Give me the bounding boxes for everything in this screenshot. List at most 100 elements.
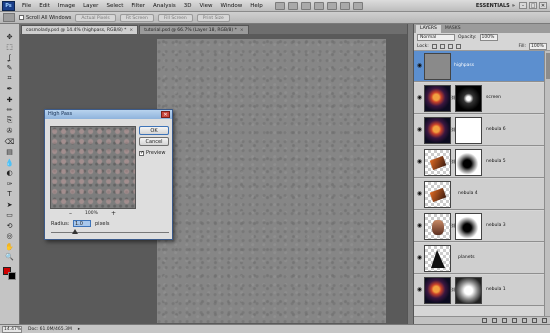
lock-all-icon[interactable] <box>455 43 461 49</box>
menu-window[interactable]: Window <box>217 3 247 9</box>
menu-layer[interactable]: Layer <box>79 3 102 9</box>
status-zoom-field[interactable]: 14.47% <box>2 325 22 333</box>
layer-row[interactable]: ◉ ⛓ nebula 6 <box>414 115 544 146</box>
background-color-swatch[interactable] <box>8 272 16 280</box>
scrollbar-thumb[interactable] <box>546 53 550 79</box>
3d-rotate-icon[interactable]: ⟲ <box>3 221 16 230</box>
preview-checkbox[interactable] <box>139 150 144 156</box>
layer-row[interactable]: ◉ highpass <box>414 51 544 82</box>
pen-icon[interactable]: ✑ <box>3 179 16 188</box>
tab-cosmolady[interactable]: cosmolady.psd @ 14.4% (highpass, RGB/8) … <box>21 25 139 34</box>
history-brush-icon[interactable]: ✇ <box>3 127 16 136</box>
marquee-icon[interactable]: ⬚ <box>3 43 16 52</box>
quick-select-icon[interactable]: ✎ <box>3 64 16 73</box>
zoom-icon[interactable]: 🔍 <box>3 253 16 262</box>
workspace-switcher[interactable]: ESSENTIALS » <box>476 3 519 9</box>
close-tab-icon[interactable]: × <box>240 26 244 34</box>
lock-position-icon[interactable] <box>447 43 453 49</box>
layer-row[interactable]: ◉ ⛓ nebula 5 <box>414 147 544 178</box>
dodge-icon[interactable]: ◐ <box>3 169 16 178</box>
layer-row[interactable]: ◉ ⛓ nebula 3 <box>414 211 544 242</box>
close-icon[interactable]: ✕ <box>161 111 170 118</box>
layer-row[interactable]: ◉ ⛓ screen <box>414 83 544 114</box>
lasso-icon[interactable]: ʆ <box>3 53 16 62</box>
layer-mask-thumbnail[interactable] <box>455 117 482 144</box>
lock-pixels-icon[interactable] <box>439 43 445 49</box>
menu-analysis[interactable]: Analysis <box>149 3 180 9</box>
opacity-field[interactable]: 100% <box>479 34 498 41</box>
visibility-eye-icon[interactable]: ◉ <box>416 254 423 261</box>
layer-thumbnail[interactable] <box>424 277 451 304</box>
trash-icon[interactable] <box>542 318 547 323</box>
menu-edit[interactable]: Edit <box>35 3 54 9</box>
layer-style-icon[interactable] <box>492 318 497 323</box>
zoom-in-icon[interactable]: + <box>111 210 116 217</box>
crop-icon[interactable]: ⌗ <box>3 74 16 83</box>
zoom-out-icon[interactable]: – <box>69 210 72 217</box>
visibility-eye-icon[interactable]: ◉ <box>416 62 423 69</box>
layer-mask-thumbnail[interactable] <box>455 277 482 304</box>
menu-filter[interactable]: Filter <box>127 3 149 9</box>
mini-bridge-icon[interactable] <box>287 1 298 10</box>
gradient-icon[interactable]: ▤ <box>3 148 16 157</box>
shape-icon[interactable]: ▭ <box>3 211 16 220</box>
hand-tool-preset-icon[interactable] <box>3 13 15 22</box>
visibility-eye-icon[interactable]: ◉ <box>416 94 423 101</box>
layer-row[interactable]: ◉ ⛓ nebula 1 <box>414 275 544 306</box>
filter-preview[interactable] <box>50 126 136 209</box>
tab-tutorial[interactable]: tutorial.psd @ 66.7% (Layer 18, RGB/8) *… <box>139 25 249 34</box>
ok-button[interactable]: OK <box>139 126 169 135</box>
tab-layers[interactable]: LAYERS <box>416 25 441 33</box>
blur-icon[interactable]: 💧 <box>3 158 16 167</box>
fill-screen-button[interactable]: Fill Screen <box>157 13 193 22</box>
close-tab-icon[interactable]: × <box>129 26 133 34</box>
lock-transparency-icon[interactable] <box>431 43 437 49</box>
menu-3d[interactable]: 3D <box>180 3 196 9</box>
layer-thumbnail[interactable] <box>424 53 451 80</box>
link-layers-icon[interactable] <box>482 318 487 323</box>
scroll-all-windows-checkbox[interactable] <box>19 15 24 20</box>
layer-thumbnail[interactable] <box>424 181 451 208</box>
layer-row[interactable]: ◉ nebula 4 <box>414 179 544 210</box>
layers-scrollbar[interactable] <box>544 51 550 316</box>
healing-icon[interactable]: ✚ <box>3 95 16 104</box>
tab-masks[interactable]: MASKS <box>441 25 465 33</box>
cancel-button[interactable]: Cancel <box>139 137 169 146</box>
menu-file[interactable]: File <box>18 3 35 9</box>
arrange-documents-icon[interactable] <box>339 1 350 10</box>
visibility-eye-icon[interactable]: ◉ <box>416 190 423 197</box>
menu-help[interactable]: Help <box>246 3 267 9</box>
move-icon[interactable]: ✥ <box>3 32 16 41</box>
radius-slider-thumb[interactable] <box>71 229 78 234</box>
layer-thumbnail[interactable] <box>424 149 451 176</box>
clone-icon[interactable]: ⎘ <box>3 116 16 125</box>
layer-thumbnail[interactable] <box>424 213 451 240</box>
screen-mode-icon[interactable] <box>352 1 363 10</box>
eyedropper-icon[interactable]: ✒ <box>3 85 16 94</box>
new-layer-icon[interactable] <box>532 318 537 323</box>
bridge-icon[interactable] <box>274 1 285 10</box>
fill-field[interactable]: 100% <box>529 42 547 50</box>
type-icon[interactable]: T <box>3 190 16 199</box>
visibility-eye-icon[interactable]: ◉ <box>416 126 423 133</box>
add-mask-icon[interactable] <box>502 318 507 323</box>
layer-mask-thumbnail[interactable] <box>455 85 482 112</box>
rotate-view-icon[interactable] <box>326 1 337 10</box>
layer-thumbnail[interactable] <box>424 245 451 272</box>
adjustment-layer-icon[interactable] <box>512 318 517 323</box>
maximize-button[interactable]: □ <box>529 2 537 9</box>
layer-row[interactable]: ◉ planets <box>414 243 544 274</box>
actual-pixels-button[interactable]: Actual Pixels <box>75 13 116 22</box>
visibility-eye-icon[interactable]: ◉ <box>416 158 423 165</box>
hand-tool-icon[interactable] <box>313 1 324 10</box>
radius-input[interactable]: 1.0 <box>73 220 91 227</box>
close-window-button[interactable]: ✕ <box>539 2 547 9</box>
layer-thumbnail[interactable] <box>424 117 451 144</box>
radius-slider-track[interactable] <box>51 232 169 233</box>
print-size-button[interactable]: Print Size <box>196 13 230 22</box>
hand-icon[interactable]: ✋ <box>3 242 16 251</box>
fit-screen-button[interactable]: Fit Screen <box>119 13 154 22</box>
new-group-icon[interactable] <box>522 318 527 323</box>
brush-icon[interactable]: ✏ <box>3 106 16 115</box>
layer-mask-thumbnail[interactable] <box>455 149 482 176</box>
